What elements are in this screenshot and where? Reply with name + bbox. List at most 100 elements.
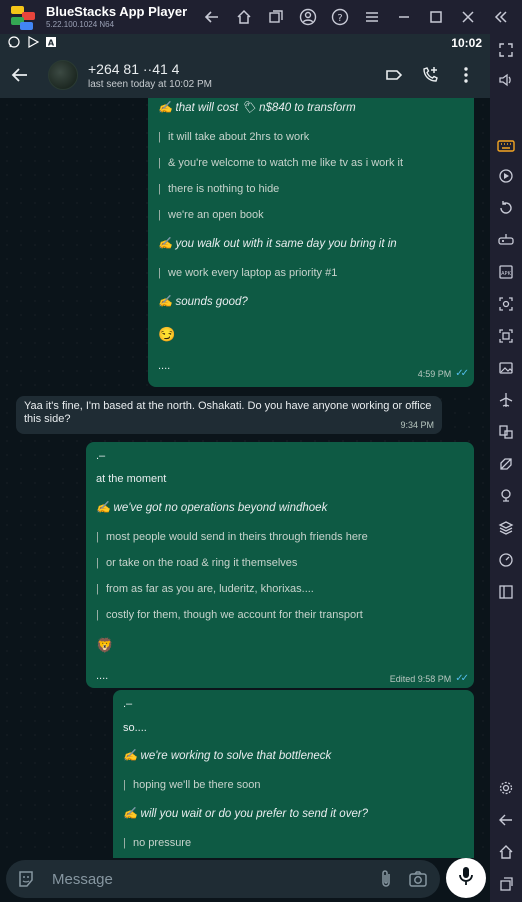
recents-icon[interactable]	[494, 872, 518, 896]
message-line: there is nothing to hide	[158, 183, 464, 196]
media-folder-icon[interactable]	[494, 356, 518, 380]
last-seen: last seen today at 10:02 PM	[88, 78, 212, 90]
message-line: ✍ you walk out with it same day you brin…	[158, 238, 397, 250]
message-line: we work every laptop as priority #1	[158, 267, 464, 280]
location-icon[interactable]	[494, 484, 518, 508]
bluestacks-sidebar: APK	[490, 34, 522, 902]
read-receipt-icon: ✓✓	[455, 673, 469, 684]
multi-instance-icon[interactable]	[260, 0, 292, 34]
message-line: costly for them, though we account for t…	[96, 609, 464, 622]
chat-header: +264 81 ··41 4 last seen today at 10:02 …	[0, 52, 490, 98]
message-line: so....	[123, 722, 147, 734]
message-line: most people would send in theirs through…	[96, 531, 464, 544]
volume-icon[interactable]	[494, 68, 518, 92]
message-emoji: 😏	[158, 326, 176, 342]
read-receipt-icon: ✓✓	[455, 368, 469, 379]
performance-icon[interactable]	[494, 548, 518, 572]
back-arrow-icon[interactable]	[0, 52, 40, 98]
message-text: Yaa it's fine, I'm based at the north. O…	[24, 400, 432, 425]
menu-icon[interactable]	[356, 0, 388, 34]
message-line: hoping we'll be there soon	[123, 779, 464, 792]
add-call-icon[interactable]	[412, 52, 448, 98]
help-icon[interactable]: ?	[324, 0, 356, 34]
message-time: 4:59 PM	[417, 368, 452, 379]
game-controls-icon[interactable]	[494, 228, 518, 252]
message-line: we're an open book	[158, 209, 464, 222]
app-title: BlueStacks App Player	[46, 4, 188, 19]
close-icon[interactable]	[452, 0, 484, 34]
android-status-bar: A 10:02	[0, 34, 490, 52]
message-line: at the moment	[96, 473, 167, 485]
status-time: 10:02	[451, 36, 482, 50]
split-view-icon[interactable]	[494, 580, 518, 604]
message-line: ✍ that will cost 🏷 n$840 to transform	[158, 102, 356, 114]
message-meta: 9:34 PM	[400, 420, 434, 430]
emoji-sticker-icon[interactable]	[10, 860, 42, 898]
message-input-pill: Message	[6, 860, 440, 898]
outgoing-message[interactable]: .– at the moment ✍ we've got no operatio…	[86, 442, 474, 688]
message-line: it will take about 2hrs to work	[158, 131, 464, 144]
whatsapp-notification-icon	[8, 35, 20, 51]
maximize-icon[interactable]	[420, 0, 452, 34]
fullscreen-icon[interactable]	[494, 38, 518, 62]
rotate-icon[interactable]	[494, 196, 518, 220]
play-store-notification-icon	[27, 35, 40, 51]
message-meta: 4:59 PM ✓✓	[417, 368, 469, 379]
keyboard-controls-icon[interactable]	[494, 134, 518, 158]
message-input[interactable]: Message	[52, 871, 370, 888]
home-icon[interactable]	[228, 0, 260, 34]
message-line: .–	[123, 698, 133, 710]
message-line: from as far as you are, luderitz, khorix…	[96, 583, 464, 596]
screen-record-icon[interactable]	[494, 324, 518, 348]
settings-icon[interactable]	[494, 776, 518, 800]
svg-text:APK: APK	[501, 271, 511, 277]
message-meta: Edited 9:58 PM ✓✓	[389, 673, 469, 684]
message-time: Edited 9:58 PM	[389, 673, 452, 684]
message-line: ✍ we're working to solve that bottleneck	[123, 750, 332, 762]
message-line: ✍ we've got no operations beyond windhoe…	[96, 502, 328, 514]
contact-number: +264 81 ··41 4	[88, 60, 180, 77]
camera-icon[interactable]	[402, 860, 434, 898]
message-line: ✍ will you wait or do you prefer to send…	[123, 808, 369, 820]
message-line: no pressure	[123, 837, 464, 850]
eco-mode-icon[interactable]	[494, 452, 518, 476]
titlebar-controls: ?	[196, 0, 516, 34]
app-version: 5.22.100.1024 N64	[46, 20, 115, 29]
svg-text:A: A	[48, 39, 55, 48]
message-line: ✍ sounds good?	[158, 296, 248, 308]
minimize-icon[interactable]	[388, 0, 420, 34]
app-title-block: BlueStacks App Player 5.22.100.1024 N64	[46, 5, 187, 29]
message-emoji: 🦁	[96, 637, 114, 653]
outgoing-message[interactable]: .– so.... ✍ we're working to solve that …	[113, 690, 474, 858]
message-line: or take on the road & ring it themselves	[96, 557, 464, 570]
back-arrow-icon[interactable]	[196, 0, 228, 34]
contact-avatar[interactable]	[48, 60, 78, 90]
android-back-icon[interactable]	[494, 808, 518, 832]
install-apk-icon[interactable]: APK	[494, 260, 518, 284]
collapse-sidebar-icon[interactable]	[484, 0, 516, 34]
bluestacks-logo-icon	[10, 4, 36, 30]
bluestacks-titlebar: BlueStacks App Player 5.22.100.1024 N64 …	[0, 0, 522, 34]
message-line: & you're welcome to watch me like tv as …	[158, 157, 464, 170]
layers-icon[interactable]	[494, 516, 518, 540]
multi-window-icon[interactable]	[494, 420, 518, 444]
message-time: 9:34 PM	[400, 420, 434, 430]
attach-icon[interactable]	[370, 860, 402, 898]
microphone-icon	[458, 866, 474, 891]
a-notification-icon: A	[46, 36, 56, 50]
more-options-icon[interactable]	[448, 52, 484, 98]
outgoing-message[interactable]: ✍ that will cost 🏷 n$840 to transform it…	[148, 98, 474, 387]
account-icon[interactable]	[292, 0, 324, 34]
screenshot-icon[interactable]	[494, 292, 518, 316]
input-bar: Message	[0, 858, 490, 902]
macro-icon[interactable]	[494, 164, 518, 188]
incoming-message[interactable]: Yaa it's fine, I'm based at the north. O…	[16, 396, 442, 434]
android-home-icon[interactable]	[494, 840, 518, 864]
svg-text:?: ?	[337, 13, 342, 24]
chat-area[interactable]: ✍ that will cost 🏷 n$840 to transform it…	[0, 98, 490, 858]
label-icon[interactable]	[376, 52, 412, 98]
message-line: .–	[96, 450, 106, 462]
voice-message-button[interactable]	[446, 858, 486, 898]
airplane-icon[interactable]	[494, 388, 518, 412]
contact-info[interactable]: +264 81 ··41 4 last seen today at 10:02 …	[88, 61, 212, 90]
